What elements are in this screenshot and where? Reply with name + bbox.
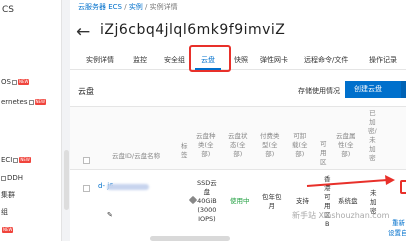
col-detachable[interactable]: 可卸 载(全 部) [292,132,308,159]
sidebar-item-oss[interactable]: OS NEW [1,76,30,88]
new-badge: NEW [17,79,30,85]
tab-remote-command[interactable]: 远程命令/文件 [304,55,348,65]
col-encryption: 已 加 密/ 未 加 密 [368,109,377,162]
external-link-icon [13,157,19,163]
breadcrumb-instances[interactable]: 实例 [129,3,143,11]
sidebar-title: CS [2,5,14,15]
col-tags: 标 签 [181,142,188,159]
new-badge: NEW [34,99,46,105]
col-billing[interactable]: 付费类 型(全 部) [260,132,280,159]
table-header: 云盘ID/云盘名称 标 签 云盘种 类(全 部) 云盘状 态(全 部) 付费类 … [70,106,406,170]
tab-monitoring[interactable]: 监控 [133,55,147,65]
cell-status: 使用中 [230,197,250,205]
edit-pencil-icon[interactable]: ✎ [107,211,113,219]
main-content: 云服务器 ECS / 实例 / 实例详情 ← iZj6cbq4jlql6mk9f… [70,0,406,241]
cell-billing: 包年包 月 [262,193,282,210]
breadcrumb-current: 实例详情 [149,3,178,11]
col-disk-id: 云盘ID/云盘名称 [112,152,161,160]
cell-detachable: 支持 [296,197,309,205]
action-auto-snapshot-link[interactable]: 设置自 [388,229,406,238]
new-badge: NEW [2,227,14,233]
tab-highlight-box [189,45,231,72]
action-highlight-box [400,180,406,194]
breadcrumb-ecs[interactable]: 云服务器 ECS [78,3,122,11]
row-checkbox[interactable] [83,185,90,192]
select-all-checkbox[interactable] [83,157,90,164]
external-link-icon [1,175,6,181]
page-title: iZj6cbq4jlql6mk9f9imviZ [100,22,286,38]
action-reinit-link[interactable]: 重新 [392,219,405,228]
sidebar-item-group[interactable]: 组 [1,206,8,218]
storage-usage-link[interactable]: 存储使用情况 [298,86,340,96]
cell-disk-type: SSD云 盘 40GiB (3000 IOPS) [197,179,217,223]
col-disk-type[interactable]: 云盘种 类(全 部) [196,132,216,159]
col-disk-status[interactable]: 云盘状 态(全 部) [228,132,248,159]
external-link-icon [11,79,17,85]
col-disk-attr[interactable]: 云盘属 性(全 部) [336,132,356,159]
tab-snapshots[interactable]: 快照 [234,55,248,65]
tab-eni[interactable]: 弹性网卡 [260,55,288,65]
tag-icon[interactable] [188,195,198,205]
col-zone: 可 用 区 [320,140,327,166]
sidebar-item-cluster[interactable]: 集群 [1,189,15,201]
breadcrumb: 云服务器 ECS / 实例 / 实例详情 [78,3,178,11]
back-arrow-icon[interactable]: ← [76,22,90,42]
sidebar-scrollbar[interactable] [64,150,69,210]
sidebar-item-eci[interactable]: ECI NEW [1,154,31,166]
sidebar-item-ddh[interactable]: DDH [1,172,23,184]
sidebar: CS OS NEW ernetes NEW ECI NEW DDH 集群 组 NEW [0,0,62,241]
create-disk-button[interactable]: 创建云盘 [345,81,406,98]
horizontal-scrollbar[interactable] [150,236,230,241]
tab-operation-log[interactable]: 操作记录 [369,55,397,65]
disk-id-redacted [107,184,149,190]
cell-disk-attr: 系统盘 [338,197,358,205]
external-link-icon [28,99,34,105]
sidebar-item-kubernetes[interactable]: ernetes NEW [1,96,46,108]
red-arrow-icon [306,175,395,187]
tab-bar: 实例详情 监控 安全组 云盘 快照 弹性网卡 远程命令/文件 操作记录 [70,52,406,70]
tab-security-group[interactable]: 安全组 [164,55,185,65]
dropdown-caret-icon[interactable] [401,81,406,98]
section-title: 云盘 [78,87,94,96]
watermark: 新手站 Xinshouzhan.com [292,211,390,220]
tab-instance-details[interactable]: 实例详情 [86,55,114,65]
sidebar-item-more[interactable]: NEW [1,224,14,236]
new-badge: NEW [19,157,31,163]
